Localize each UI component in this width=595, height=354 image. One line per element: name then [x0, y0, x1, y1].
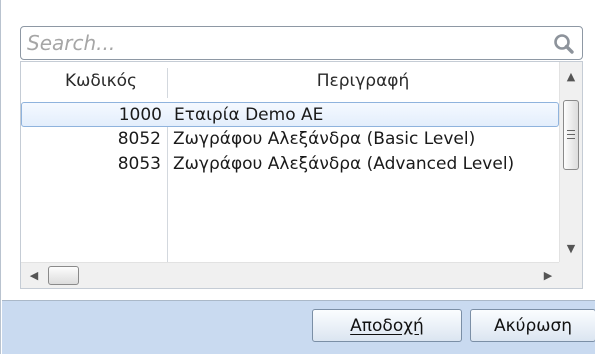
dialog-footer: Αποδοχή Ακύρωση: [2, 300, 595, 354]
scrollbar-corner: [559, 262, 582, 288]
cancel-button[interactable]: Ακύρωση: [470, 309, 595, 342]
grid-header: Κωδικός Περιγραφή: [21, 62, 559, 102]
vertical-scrollbar[interactable]: ▲ ▼: [559, 62, 582, 262]
column-header-code[interactable]: Κωδικός: [35, 71, 167, 91]
horizontal-scrollbar[interactable]: ◀ ▶: [21, 262, 559, 288]
vertical-scroll-thumb[interactable]: [563, 100, 579, 170]
cell-description: Εταιρία Demo AE: [174, 105, 324, 125]
horizontal-scroll-thumb[interactable]: [48, 266, 79, 285]
lookup-dialog: Κωδικός Περιγραφή 1000 Εταιρία Demo AE 8…: [0, 0, 595, 354]
grip-line: [567, 130, 575, 131]
table-row[interactable]: 1000 Εταιρία Demo AE: [21, 102, 559, 127]
cell-code: 8053: [117, 154, 161, 174]
search-icon[interactable]: [552, 32, 576, 56]
search-box: [20, 26, 583, 60]
grip-line: [567, 138, 575, 139]
search-input[interactable]: [27, 31, 547, 55]
chevron-down-icon[interactable]: ▼: [560, 236, 582, 260]
cell-code: 1000: [118, 105, 162, 125]
chevron-up-icon[interactable]: ▲: [560, 64, 582, 88]
accept-button[interactable]: Αποδοχή: [312, 309, 462, 342]
table-row[interactable]: 8053 Ζωγράφου Αλεξάνδρα (Advanced Level): [21, 152, 559, 177]
cell-description: Ζωγράφου Αλεξάνδρα (Basic Level): [173, 129, 476, 149]
chevron-right-icon[interactable]: ▶: [537, 263, 559, 288]
grid-rows: 1000 Εταιρία Demo AE 8052 Ζωγράφου Αλεξά…: [21, 102, 559, 177]
grip-line: [567, 134, 575, 135]
cell-description: Ζωγράφου Αλεξάνδρα (Advanced Level): [173, 154, 515, 174]
column-header-description[interactable]: Περιγραφή: [167, 71, 559, 91]
table-row[interactable]: 8052 Ζωγράφου Αλεξάνδρα (Basic Level): [21, 127, 559, 152]
results-grid: Κωδικός Περιγραφή 1000 Εταιρία Demo AE 8…: [20, 61, 583, 289]
chevron-left-icon[interactable]: ◀: [23, 263, 45, 288]
cell-code: 8052: [117, 129, 161, 149]
